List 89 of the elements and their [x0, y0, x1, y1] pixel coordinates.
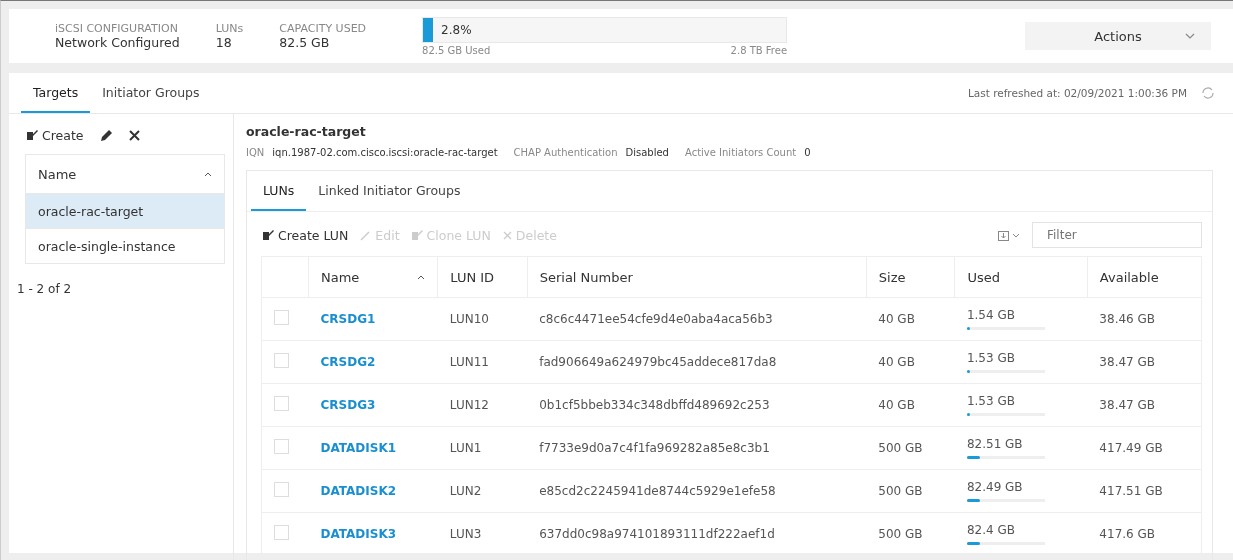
- table-cell: 500 GB: [878, 484, 923, 498]
- refresh-icon[interactable]: [1201, 86, 1215, 100]
- export-icon[interactable]: [998, 229, 1020, 241]
- lun-name-link[interactable]: DATADISK2: [320, 484, 397, 498]
- tab[interactable]: LUNs: [251, 171, 307, 211]
- table-cell: c8c6c4471ee54cfe9d4e0aba4aca56b3: [539, 312, 773, 326]
- table-cell: 637dd0c98a974101893111df222aef1d: [539, 527, 775, 541]
- table-cell: 38.46 GB: [1099, 312, 1156, 326]
- table-cell: 38.47 GB: [1099, 398, 1156, 412]
- field-label: IQN: [246, 147, 265, 158]
- stat-value: 82.5 GB: [279, 35, 331, 50]
- pencil-icon: [360, 229, 372, 241]
- create-button[interactable]: Create: [27, 127, 84, 143]
- table-cell: fad906649a624979bc45addece817da8: [539, 355, 777, 369]
- tab[interactable]: Initiator Groups: [90, 73, 212, 113]
- table-cell: 500 GB: [878, 441, 923, 455]
- field-label: CHAP Authentication: [513, 147, 618, 158]
- lun-name-link[interactable]: DATADISK1: [320, 441, 397, 455]
- pagination-text: 1 - 2 of 2: [17, 282, 73, 296]
- table-cell: 500 GB: [878, 527, 923, 541]
- table-cell: LUN2: [449, 484, 482, 498]
- create-icon: [411, 230, 423, 240]
- field-value: Disabled: [625, 147, 669, 158]
- row-checkbox[interactable]: [274, 525, 289, 540]
- create-icon: [263, 230, 274, 240]
- sort-up-icon: [417, 274, 426, 280]
- filter-field[interactable]: Filter: [1032, 222, 1202, 248]
- row-checkbox[interactable]: [274, 353, 289, 368]
- table-cell: LUN3: [449, 527, 482, 541]
- target-item[interactable]: oracle-single-instance: [26, 228, 224, 263]
- table-cell-text: 1.54 GB: [966, 308, 1016, 322]
- tab[interactable]: Targets: [21, 73, 91, 113]
- stat-value: 18: [215, 35, 233, 50]
- create-icon: [27, 130, 38, 140]
- stat-label: CAPACITY USED: [279, 22, 367, 35]
- table-cell: 40 GB: [878, 355, 915, 369]
- column-header[interactable]: Serial Number: [527, 256, 867, 298]
- row-checkbox[interactable]: [274, 482, 289, 497]
- table-cell: LUN11: [449, 355, 489, 369]
- column-header[interactable]: Size: [866, 256, 955, 298]
- tab[interactable]: Linked Initiator Groups: [306, 171, 473, 211]
- close-icon: [502, 230, 512, 240]
- table-cell-text: 82.51 GB: [966, 437, 1024, 451]
- field-value: 0: [804, 147, 811, 158]
- field-label: Active Initiators Count: [684, 147, 797, 158]
- column-header[interactable]: Available: [1087, 256, 1202, 298]
- table-cell: 40 GB: [878, 398, 915, 412]
- used-text: 82.5 GB Used: [422, 44, 491, 56]
- table-cell-text: 82.49 GB: [966, 480, 1024, 494]
- stat-value: Network Configured: [55, 35, 180, 50]
- table-cell: LUN1: [449, 441, 482, 455]
- lun-name-link[interactable]: CRSDG3: [320, 398, 376, 412]
- column-header[interactable]: Name: [308, 256, 438, 298]
- row-checkbox[interactable]: [274, 310, 289, 325]
- lun-name-link[interactable]: CRSDG1: [320, 312, 376, 326]
- field-value: iqn.1987-02.com.cisco.iscsi:oracle-rac-target: [272, 147, 498, 158]
- table-cell: 417.51 GB: [1099, 484, 1163, 498]
- lun-name-link[interactable]: CRSDG2: [320, 355, 376, 369]
- table-cell: 417.6 GB: [1099, 527, 1156, 541]
- target-title: oracle-rac-target: [246, 124, 367, 139]
- table-cell: 417.49 GB: [1099, 441, 1163, 455]
- table-cell-text: 1.53 GB: [966, 394, 1016, 408]
- chevron-down-icon: [1185, 33, 1195, 39]
- table-cell-text: 82.4 GB: [966, 523, 1016, 537]
- actions-dropdown[interactable]: Actions: [1025, 22, 1211, 50]
- column-header[interactable]: LUN ID: [437, 256, 528, 298]
- table-cell: 38.47 GB: [1099, 355, 1156, 369]
- pencil-icon[interactable]: [99, 128, 113, 142]
- column-header[interactable]: Name: [38, 166, 77, 182]
- toolbar-button[interactable]: Create LUN: [263, 227, 349, 243]
- table-cell: LUN12: [449, 398, 489, 412]
- table-cell: e85cd2c2245941de8744c5929e1efe58: [539, 484, 776, 498]
- stat-label: LUNs: [215, 22, 244, 35]
- table-cell: f7733e9d0a7c4f1fa969282a85e8c3b1: [539, 441, 770, 455]
- last-refreshed-text: Last refreshed at: 02/09/2021 1:00:36 PM: [967, 87, 1187, 99]
- sort-up-icon[interactable]: [204, 171, 212, 177]
- free-text: 2.8 TB Free: [730, 44, 788, 56]
- close-icon[interactable]: [128, 129, 140, 141]
- row-checkbox[interactable]: [274, 439, 289, 454]
- capacity-percent: 2.8%: [441, 22, 472, 37]
- table-cell: LUN10: [449, 312, 489, 326]
- column-header[interactable]: Used: [954, 256, 1088, 298]
- target-item[interactable]: oracle-rac-target: [26, 193, 224, 228]
- table-cell-text: 1.53 GB: [966, 351, 1016, 365]
- table-cell: 0b1cf5bbeb334c348dbffd489692c253: [539, 398, 770, 412]
- table-cell: 40 GB: [878, 312, 915, 326]
- stat-label: iSCSI CONFIGURATION: [55, 22, 179, 35]
- row-checkbox[interactable]: [274, 396, 289, 411]
- lun-name-link[interactable]: DATADISK3: [320, 527, 397, 541]
